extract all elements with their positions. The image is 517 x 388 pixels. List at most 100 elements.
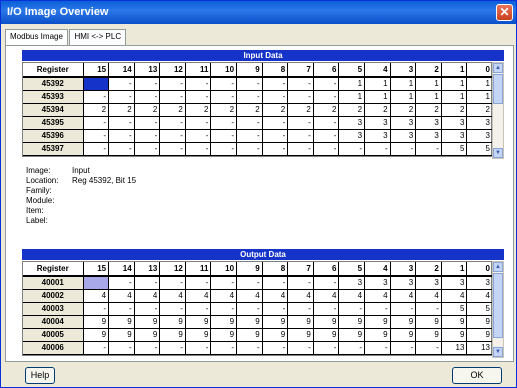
bit-cell[interactable]: - [108,276,135,290]
bit-cell[interactable]: - [287,302,314,316]
bit-cell[interactable]: 2 [390,103,417,117]
bit-cell[interactable]: - [338,302,366,316]
bit-cell[interactable]: 3 [415,276,442,290]
bit-cell[interactable]: - [83,142,110,156]
bit-cell[interactable]: - [185,129,212,143]
bit-cell[interactable]: - [236,77,263,91]
bit-cell[interactable]: 5 [441,302,468,316]
bit-cell[interactable]: - [134,129,161,143]
bit-cell[interactable]: - [236,302,263,316]
bit-cell[interactable]: - [313,276,340,290]
bit-cell[interactable]: 3 [466,129,493,143]
bit-cell[interactable]: 9 [390,315,417,329]
bit-cell[interactable]: 9 [236,315,263,329]
input-scrollbar[interactable]: ▲ ▼ [492,62,504,159]
bit-cell[interactable]: 9 [441,315,468,329]
bit-cell[interactable]: 4 [466,289,493,303]
bit-cell[interactable]: - [108,116,135,130]
bit-cell[interactable] [83,77,110,91]
tab-modbus-image[interactable]: Modbus Image [5,29,68,46]
bit-cell[interactable]: 3 [441,276,468,290]
register-address[interactable]: 45395 [23,116,84,130]
bit-cell[interactable]: 4 [262,289,289,303]
register-address[interactable]: 40002 [23,289,84,303]
bit-cell[interactable]: 9 [364,328,391,342]
scroll-thumb[interactable] [493,74,503,104]
bit-cell[interactable]: - [236,129,263,143]
bit-cell[interactable]: 9 [108,328,135,342]
bit-cell[interactable]: 4 [390,289,417,303]
bit-cell[interactable]: - [338,142,366,156]
bit-cell[interactable]: - [108,341,135,355]
bit-cell[interactable]: - [134,77,161,91]
register-address[interactable]: 40004 [23,315,84,329]
bit-cell[interactable]: - [287,129,314,143]
bit-cell[interactable]: - [185,302,212,316]
bit-cell[interactable]: 9 [338,315,366,329]
bit-cell[interactable]: - [210,129,238,143]
bit-cell[interactable]: - [159,116,186,130]
bit-cell[interactable]: 4 [134,289,161,303]
bit-cell[interactable]: - [210,341,238,355]
bit-cell[interactable]: 9 [364,315,391,329]
bit-cell[interactable]: - [185,341,212,355]
bit-cell[interactable]: 4 [159,289,186,303]
bit-cell[interactable]: 3 [466,116,493,130]
bit-cell[interactable]: 2 [313,103,340,117]
bit-cell[interactable]: - [262,77,289,91]
scroll-down-icon[interactable]: ▼ [493,148,503,158]
bit-cell[interactable]: 4 [313,289,340,303]
register-address[interactable]: 40001 [23,276,84,290]
bit-cell[interactable]: 4 [83,289,110,303]
bit-cell[interactable]: - [313,116,340,130]
scroll-thumb[interactable] [493,273,503,338]
bit-cell[interactable]: - [236,142,263,156]
bit-cell[interactable]: - [313,129,340,143]
bit-cell[interactable]: - [287,276,314,290]
bit-cell[interactable]: - [134,302,161,316]
bit-cell[interactable]: - [83,116,110,130]
bit-cell[interactable]: - [185,142,212,156]
bit-cell[interactable]: 3 [466,276,493,290]
bit-cell[interactable]: - [185,90,212,104]
tab-hmi-plc[interactable]: HMI <-> PLC [69,29,127,45]
bit-cell[interactable]: 9 [185,315,212,329]
bit-cell[interactable]: - [313,77,340,91]
bit-cell[interactable]: 9 [83,328,110,342]
bit-cell[interactable]: 2 [83,103,110,117]
bit-cell[interactable]: 1 [441,90,468,104]
bit-cell[interactable]: - [83,90,110,104]
bit-cell[interactable]: 4 [287,289,314,303]
bit-cell[interactable]: 9 [108,315,135,329]
bit-cell[interactable]: - [159,90,186,104]
bit-cell[interactable]: 1 [415,77,442,91]
bit-cell[interactable]: - [287,90,314,104]
bit-cell[interactable]: 9 [159,328,186,342]
bit-cell[interactable]: 4 [108,289,135,303]
bit-cell[interactable]: 2 [236,103,263,117]
bit-cell[interactable]: 9 [210,328,238,342]
bit-cell[interactable]: - [262,142,289,156]
register-address[interactable]: 40003 [23,302,84,316]
bit-cell[interactable]: - [159,77,186,91]
bit-cell[interactable]: - [236,276,263,290]
register-address[interactable]: 45397 [23,142,84,156]
bit-cell[interactable]: 1 [415,90,442,104]
bit-cell[interactable]: - [262,129,289,143]
output-scrollbar[interactable]: ▲ ▼ [492,261,504,358]
help-button[interactable]: Help [25,367,55,384]
bit-cell[interactable]: - [415,302,442,316]
bit-cell[interactable]: - [390,142,417,156]
bit-cell[interactable]: 9 [134,328,161,342]
bit-cell[interactable]: 4 [415,289,442,303]
bit-cell[interactable]: 3 [390,276,417,290]
bit-cell[interactable]: - [159,302,186,316]
bit-cell[interactable]: - [83,302,110,316]
bit-cell[interactable]: 9 [390,328,417,342]
bit-cell[interactable]: - [287,341,314,355]
bit-cell[interactable]: 2 [262,103,289,117]
bit-cell[interactable]: 2 [185,103,212,117]
bit-cell[interactable]: - [185,276,212,290]
bit-cell[interactable]: - [108,142,135,156]
bit-cell[interactable]: - [159,341,186,355]
